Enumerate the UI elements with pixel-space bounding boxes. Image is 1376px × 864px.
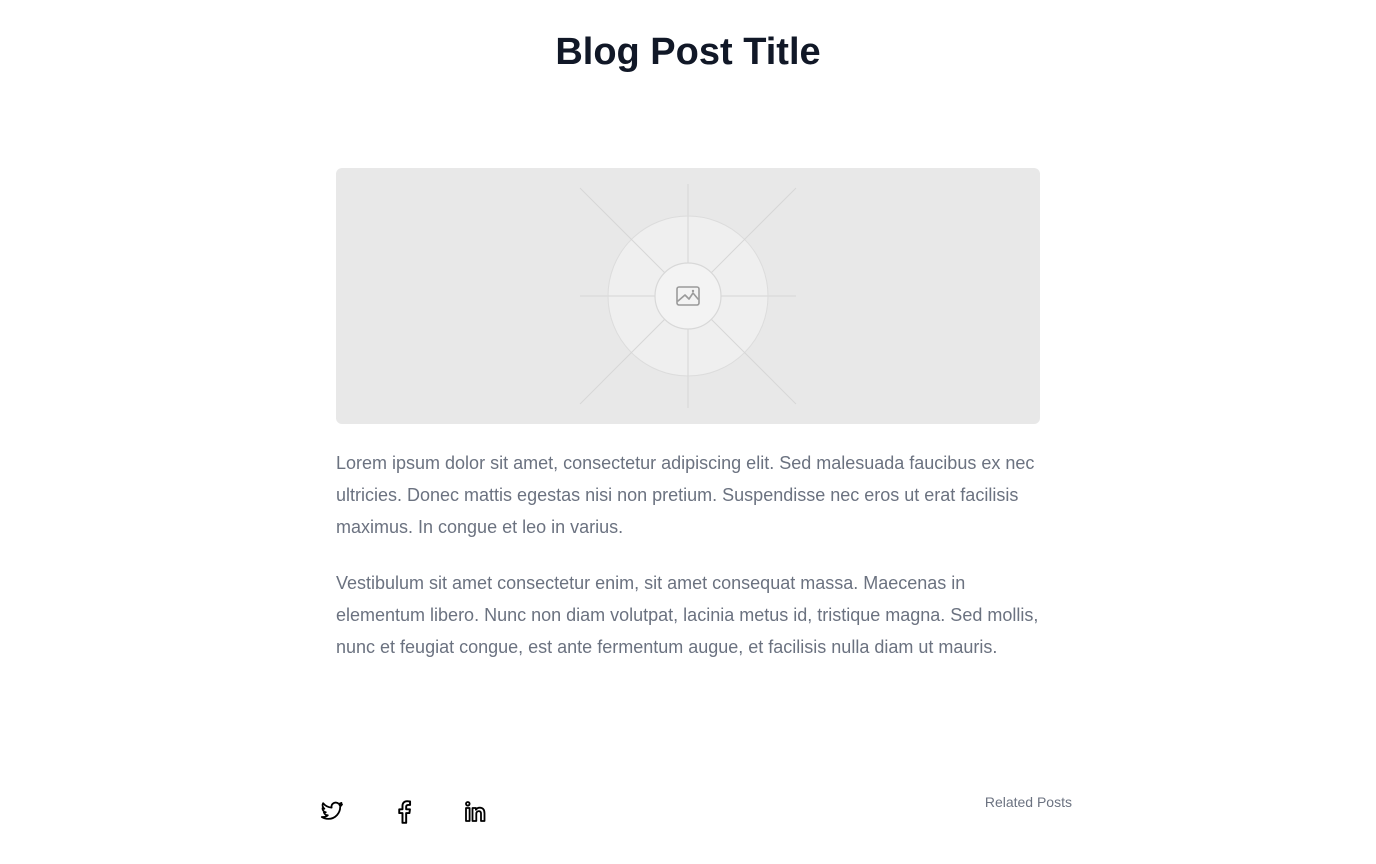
facebook-icon — [398, 800, 412, 824]
linkedin-icon — [465, 801, 486, 822]
post-paragraph: Lorem ipsum dolor sit amet, consectetur … — [336, 453, 1035, 537]
post-paragraph: Vestibulum sit amet consectetur enim, si… — [336, 573, 1039, 657]
related-posts-link[interactable]: Related Posts — [985, 792, 1072, 812]
page-title: Blog Post Title — [555, 31, 821, 73]
twitter-icon — [320, 801, 343, 820]
twitter-share-link[interactable] — [318, 798, 346, 826]
linkedin-share-link[interactable] — [462, 798, 490, 826]
facebook-share-link[interactable] — [390, 798, 418, 826]
social-share-links — [318, 798, 490, 826]
image-placeholder-graphic — [579, 184, 797, 408]
post-content: Lorem ipsum dolor sit amet, consectetur … — [336, 447, 1040, 687]
featured-image-placeholder — [336, 168, 1040, 424]
